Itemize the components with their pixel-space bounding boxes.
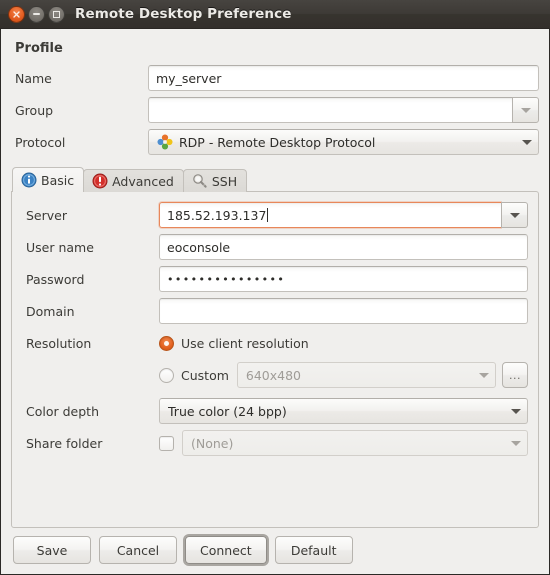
warning-icon [92,173,108,189]
server-input[interactable]: 185.52.193.137 [159,202,501,228]
server-dropdown-button[interactable] [501,202,528,228]
username-row: User name eoconsole [22,234,528,260]
chevron-down-icon [479,372,489,378]
tab-advanced-label: Advanced [112,173,174,189]
protocol-select-value: RDP - Remote Desktop Protocol [179,134,376,150]
share-folder-select[interactable]: (None) [182,430,528,456]
chevron-down-icon [522,139,532,145]
group-label: Group [15,102,54,118]
window-controls [8,5,65,23]
close-icon [13,10,20,18]
domain-row: Domain [22,298,528,324]
resolution-more-label: ... [509,368,521,382]
share-folder-label: Share folder [26,435,103,451]
protocol-select[interactable]: RDP - Remote Desktop Protocol [148,129,539,155]
connect-button-label: Connect [200,542,252,558]
name-label: Name [15,70,52,86]
share-folder-value: (None) [191,435,234,451]
default-button-label: Default [290,542,337,558]
tab-ssh[interactable]: SSH [182,169,248,192]
group-input[interactable] [148,97,512,123]
connect-button[interactable]: Connect [185,536,267,564]
tab-bar: Basic Advanced SSH [11,167,539,192]
name-row: Name my_server [11,65,539,91]
domain-label: Domain [26,303,75,319]
tab-advanced[interactable]: Advanced [83,169,184,192]
chevron-down-icon [511,440,521,446]
key-icon [193,174,207,188]
group-combo[interactable] [148,97,539,123]
name-input-value: my_server [156,70,222,86]
chevron-down-icon [520,107,531,113]
maximize-icon [53,10,60,18]
titlebar[interactable]: Remote Desktop Preference [0,0,550,29]
username-input[interactable]: eoconsole [159,234,528,260]
domain-input[interactable] [159,298,528,324]
dialog-body: Profile Name my_server Group Protocol RD… [1,29,549,574]
server-row: Server 185.52.193.137 [22,202,528,228]
cancel-button-label: Cancel [116,542,160,558]
tab-basic-label: Basic [41,172,75,188]
radio-use-client-resolution-label: Use client resolution [181,335,309,351]
default-button[interactable]: Default [274,536,353,564]
username-input-value: eoconsole [167,239,231,255]
password-input[interactable]: ••••••••••••••• [159,266,528,292]
chevron-down-icon [509,212,520,218]
minimize-button[interactable] [28,5,45,23]
info-icon [21,172,37,188]
password-input-value: ••••••••••••••• [167,272,286,286]
name-input[interactable]: my_server [148,65,539,91]
tab-ssh-label: SSH [211,173,238,189]
protocol-label: Protocol [15,134,66,150]
color-depth-row: Color depth True color (24 bpp) [22,398,528,424]
tab-basic[interactable]: Basic [12,167,85,192]
resolution-client-row: Resolution Use client resolution [22,330,528,356]
radio-use-client-resolution[interactable] [159,335,174,351]
username-label: User name [26,239,94,255]
radio-custom-resolution[interactable] [159,367,174,383]
share-folder-checkbox[interactable] [159,435,174,451]
cancel-button[interactable]: Cancel [99,536,177,564]
save-button-label: Save [36,542,68,558]
resolution-more-button[interactable]: ... [502,362,528,388]
chevron-down-icon [511,408,521,414]
group-dropdown-button[interactable] [512,97,539,123]
group-row: Group [11,97,539,123]
protocol-row: Protocol RDP - Remote Desktop Protocol [11,129,539,155]
password-row: Password ••••••••••••••• [22,266,528,292]
window-title: Remote Desktop Preference [75,6,292,22]
maximize-button[interactable] [48,5,65,23]
color-depth-value: True color (24 bpp) [168,403,287,419]
custom-resolution-select[interactable]: 640x480 [236,362,496,388]
resolution-custom-row: Custom 640x480 ... [22,362,528,388]
radio-custom-resolution-label: Custom [181,367,229,383]
color-depth-label: Color depth [26,403,99,419]
save-button[interactable]: Save [13,536,91,564]
server-label: Server [26,207,67,223]
resolution-label: Resolution [26,335,92,351]
text-cursor [267,208,269,222]
tab-page-basic: Server 185.52.193.137 User name eoconsol… [11,191,539,528]
server-input-value: 185.52.193.137 [167,207,267,223]
custom-resolution-value: 640x480 [245,367,302,383]
close-button[interactable] [8,5,25,23]
share-folder-row: Share folder (None) [22,430,528,456]
settings-notebook: Basic Advanced SSH Server 185.52.193.137… [11,167,539,528]
password-label: Password [26,271,85,287]
remote-desktop-preference-window: Remote Desktop Preference Profile Name m… [0,0,550,575]
action-bar: Save Cancel Connect Default [11,528,539,574]
color-depth-select[interactable]: True color (24 bpp) [159,398,528,424]
rdp-icon [157,134,173,150]
server-combo[interactable]: 185.52.193.137 [159,202,528,228]
profile-section-title: Profile [15,41,63,56]
minimize-icon [33,13,40,15]
